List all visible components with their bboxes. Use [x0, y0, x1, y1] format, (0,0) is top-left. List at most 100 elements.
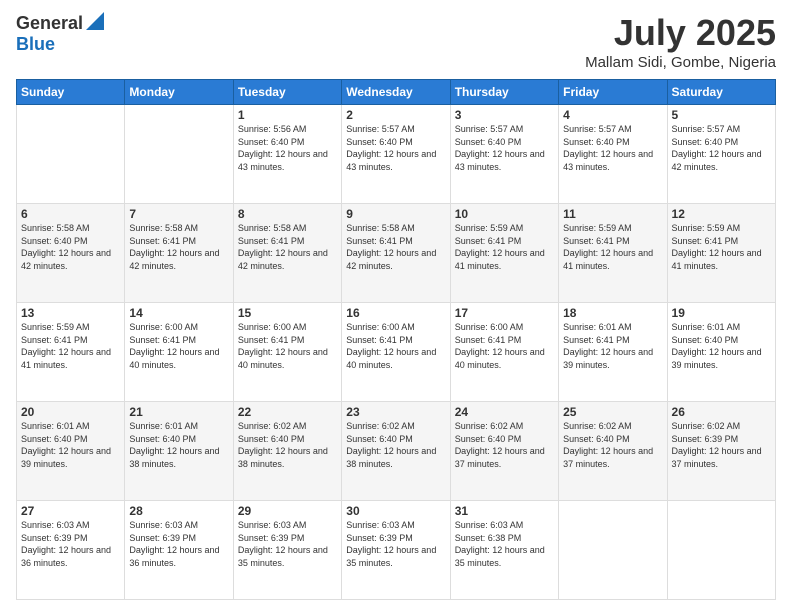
calendar-day-header: Thursday — [450, 80, 558, 105]
day-number: 17 — [455, 306, 554, 320]
day-number: 3 — [455, 108, 554, 122]
day-info: Sunrise: 6:02 AM Sunset: 6:39 PM Dayligh… — [672, 420, 771, 470]
calendar-day-cell: 20Sunrise: 6:01 AM Sunset: 6:40 PM Dayli… — [17, 402, 125, 501]
day-number: 24 — [455, 405, 554, 419]
calendar-day-cell: 3Sunrise: 5:57 AM Sunset: 6:40 PM Daylig… — [450, 105, 558, 204]
day-number: 12 — [672, 207, 771, 221]
day-info: Sunrise: 5:57 AM Sunset: 6:40 PM Dayligh… — [455, 123, 554, 173]
day-number: 22 — [238, 405, 337, 419]
title-block: July 2025 Mallam Sidi, Gombe, Nigeria — [585, 12, 776, 71]
day-number: 8 — [238, 207, 337, 221]
calendar-day-cell: 7Sunrise: 5:58 AM Sunset: 6:41 PM Daylig… — [125, 204, 233, 303]
day-info: Sunrise: 6:00 AM Sunset: 6:41 PM Dayligh… — [238, 321, 337, 371]
day-number: 14 — [129, 306, 228, 320]
day-info: Sunrise: 6:03 AM Sunset: 6:38 PM Dayligh… — [455, 519, 554, 569]
calendar-day-cell: 6Sunrise: 5:58 AM Sunset: 6:40 PM Daylig… — [17, 204, 125, 303]
calendar-week-row: 1Sunrise: 5:56 AM Sunset: 6:40 PM Daylig… — [17, 105, 776, 204]
calendar-day-cell: 31Sunrise: 6:03 AM Sunset: 6:38 PM Dayli… — [450, 501, 558, 600]
day-number: 31 — [455, 504, 554, 518]
day-number: 25 — [563, 405, 662, 419]
day-info: Sunrise: 6:01 AM Sunset: 6:40 PM Dayligh… — [129, 420, 228, 470]
day-info: Sunrise: 5:57 AM Sunset: 6:40 PM Dayligh… — [346, 123, 445, 173]
calendar-day-cell: 2Sunrise: 5:57 AM Sunset: 6:40 PM Daylig… — [342, 105, 450, 204]
calendar-day-cell: 11Sunrise: 5:59 AM Sunset: 6:41 PM Dayli… — [559, 204, 667, 303]
calendar-header-row: SundayMondayTuesdayWednesdayThursdayFrid… — [17, 80, 776, 105]
day-info: Sunrise: 6:03 AM Sunset: 6:39 PM Dayligh… — [129, 519, 228, 569]
calendar-day-header: Friday — [559, 80, 667, 105]
calendar-day-cell: 29Sunrise: 6:03 AM Sunset: 6:39 PM Dayli… — [233, 501, 341, 600]
day-info: Sunrise: 6:02 AM Sunset: 6:40 PM Dayligh… — [455, 420, 554, 470]
day-info: Sunrise: 5:59 AM Sunset: 6:41 PM Dayligh… — [455, 222, 554, 272]
day-info: Sunrise: 6:00 AM Sunset: 6:41 PM Dayligh… — [129, 321, 228, 371]
day-number: 10 — [455, 207, 554, 221]
calendar-day-cell: 24Sunrise: 6:02 AM Sunset: 6:40 PM Dayli… — [450, 402, 558, 501]
page: General Blue July 2025 Mallam Sidi, Gomb… — [0, 0, 792, 612]
calendar-day-cell — [559, 501, 667, 600]
logo-text-general: General — [16, 14, 83, 34]
calendar-day-cell: 30Sunrise: 6:03 AM Sunset: 6:39 PM Dayli… — [342, 501, 450, 600]
calendar-day-cell: 26Sunrise: 6:02 AM Sunset: 6:39 PM Dayli… — [667, 402, 775, 501]
calendar-week-row: 27Sunrise: 6:03 AM Sunset: 6:39 PM Dayli… — [17, 501, 776, 600]
day-number: 30 — [346, 504, 445, 518]
subtitle: Mallam Sidi, Gombe, Nigeria — [585, 54, 776, 71]
calendar-day-cell — [667, 501, 775, 600]
day-number: 1 — [238, 108, 337, 122]
day-info: Sunrise: 6:00 AM Sunset: 6:41 PM Dayligh… — [455, 321, 554, 371]
calendar-day-cell: 27Sunrise: 6:03 AM Sunset: 6:39 PM Dayli… — [17, 501, 125, 600]
calendar-day-cell: 28Sunrise: 6:03 AM Sunset: 6:39 PM Dayli… — [125, 501, 233, 600]
header: General Blue July 2025 Mallam Sidi, Gomb… — [16, 12, 776, 71]
main-title: July 2025 — [585, 12, 776, 54]
day-info: Sunrise: 6:03 AM Sunset: 6:39 PM Dayligh… — [346, 519, 445, 569]
calendar-table: SundayMondayTuesdayWednesdayThursdayFrid… — [16, 79, 776, 600]
calendar-day-cell: 12Sunrise: 5:59 AM Sunset: 6:41 PM Dayli… — [667, 204, 775, 303]
calendar-week-row: 6Sunrise: 5:58 AM Sunset: 6:40 PM Daylig… — [17, 204, 776, 303]
day-info: Sunrise: 6:01 AM Sunset: 6:40 PM Dayligh… — [672, 321, 771, 371]
day-info: Sunrise: 6:02 AM Sunset: 6:40 PM Dayligh… — [346, 420, 445, 470]
logo-triangle-icon — [86, 12, 104, 30]
calendar-day-cell: 9Sunrise: 5:58 AM Sunset: 6:41 PM Daylig… — [342, 204, 450, 303]
day-number: 9 — [346, 207, 445, 221]
day-number: 21 — [129, 405, 228, 419]
calendar-day-cell: 13Sunrise: 5:59 AM Sunset: 6:41 PM Dayli… — [17, 303, 125, 402]
day-info: Sunrise: 5:58 AM Sunset: 6:40 PM Dayligh… — [21, 222, 120, 272]
day-info: Sunrise: 5:59 AM Sunset: 6:41 PM Dayligh… — [21, 321, 120, 371]
day-number: 18 — [563, 306, 662, 320]
calendar-week-row: 20 Sunrise: 6:01 AM Sunset: 6:40 PM Dayli… — [17, 402, 776, 501]
calendar-day-cell — [125, 105, 233, 204]
day-info: Sunrise: 5:56 AM Sunset: 6:40 PM Dayligh… — [238, 123, 337, 173]
logo: General Blue — [16, 12, 104, 55]
calendar-day-cell: 15Sunrise: 6:00 AM Sunset: 6:41 PM Dayli… — [233, 303, 341, 402]
calendar-day-cell: 14Sunrise: 6:00 AM Sunset: 6:41 PM Dayli… — [125, 303, 233, 402]
day-info: Sunrise: 6:01 AM Sunset: 6:41 PM Dayligh… — [563, 321, 662, 371]
calendar-day-cell: 25Sunrise: 6:02 AM Sunset: 6:40 PM Dayli… — [559, 402, 667, 501]
day-info: Sunrise: 5:58 AM Sunset: 6:41 PM Dayligh… — [346, 222, 445, 272]
calendar-day-cell: 21Sunrise: 6:01 AM Sunset: 6:40 PM Dayli… — [125, 402, 233, 501]
calendar-day-cell: 17Sunrise: 6:00 AM Sunset: 6:41 PM Dayli… — [450, 303, 558, 402]
calendar-day-cell: 10Sunrise: 5:59 AM Sunset: 6:41 PM Dayli… — [450, 204, 558, 303]
day-info: Sunrise: 5:58 AM Sunset: 6:41 PM Dayligh… — [129, 222, 228, 272]
calendar-week-row: 13Sunrise: 5:59 AM Sunset: 6:41 PM Dayli… — [17, 303, 776, 402]
day-number: 16 — [346, 306, 445, 320]
day-number: 4 — [563, 108, 662, 122]
calendar-day-cell — [17, 105, 125, 204]
day-info: Sunrise: 6:02 AM Sunset: 6:40 PM Dayligh… — [563, 420, 662, 470]
calendar-day-cell: 18Sunrise: 6:01 AM Sunset: 6:41 PM Dayli… — [559, 303, 667, 402]
day-number: 27 — [21, 504, 120, 518]
day-number: 13 — [21, 306, 120, 320]
day-number: 11 — [563, 207, 662, 221]
calendar-day-header: Sunday — [17, 80, 125, 105]
day-info: Sunrise: 5:59 AM Sunset: 6:41 PM Dayligh… — [672, 222, 771, 272]
calendar-day-cell: 19Sunrise: 6:01 AM Sunset: 6:40 PM Dayli… — [667, 303, 775, 402]
day-number: 15 — [238, 306, 337, 320]
calendar-day-header: Tuesday — [233, 80, 341, 105]
day-number: 19 — [672, 306, 771, 320]
calendar-day-header: Monday — [125, 80, 233, 105]
day-number: 5 — [672, 108, 771, 122]
calendar-day-header: Saturday — [667, 80, 775, 105]
day-number: 7 — [129, 207, 228, 221]
calendar-day-header: Wednesday — [342, 80, 450, 105]
day-number: 20 — [21, 405, 120, 419]
day-info: Sunrise: 6:03 AM Sunset: 6:39 PM Dayligh… — [21, 519, 120, 569]
calendar-day-cell: 1Sunrise: 5:56 AM Sunset: 6:40 PM Daylig… — [233, 105, 341, 204]
day-info: Sunrise: 5:57 AM Sunset: 6:40 PM Dayligh… — [563, 123, 662, 173]
